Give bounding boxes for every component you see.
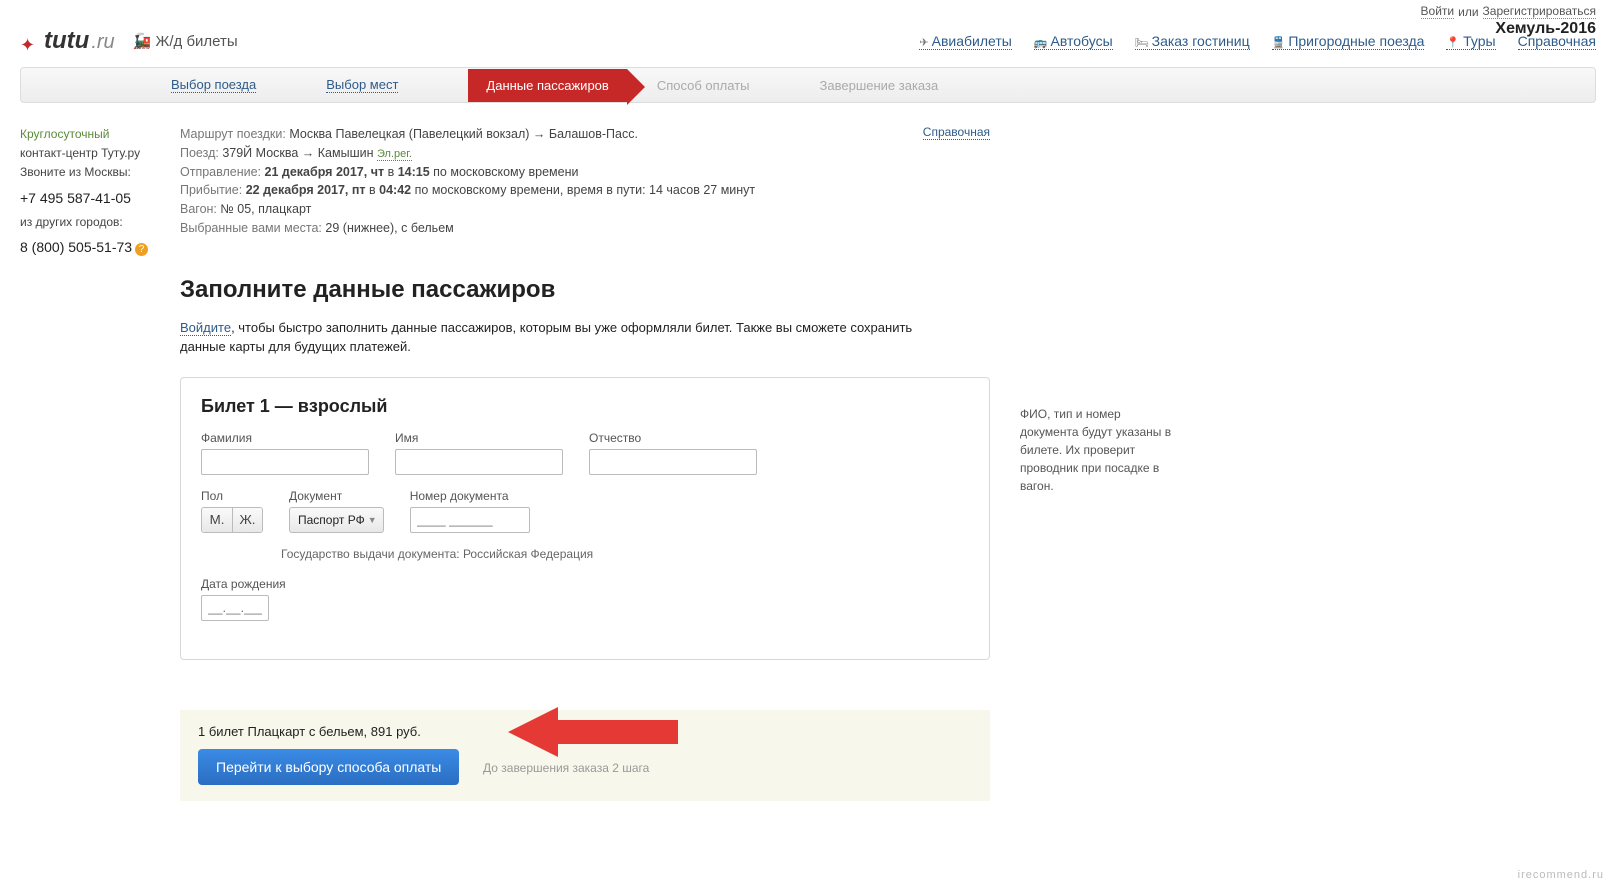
field-doc-number: Номер документа bbox=[410, 489, 530, 533]
step-payment: Способ оплаты bbox=[657, 78, 750, 93]
patronym-input[interactable] bbox=[589, 449, 757, 475]
firstname-label: Имя bbox=[395, 431, 563, 445]
gender-label: Пол bbox=[201, 489, 263, 503]
field-lastname: Фамилия bbox=[201, 431, 369, 475]
logo-icon: ✦ bbox=[20, 35, 42, 57]
arr-in: в bbox=[369, 183, 376, 197]
dep-date: 21 декабря 2017, чт bbox=[265, 165, 385, 179]
nav-suburban-label: Пригородные поезда bbox=[1288, 33, 1424, 49]
help-icon[interactable]: ? bbox=[135, 243, 148, 256]
gender-f-button[interactable]: Ж. bbox=[232, 508, 262, 532]
red-arrow-annotation bbox=[508, 702, 688, 765]
field-gender: Пол М. Ж. bbox=[201, 489, 263, 533]
document-label: Документ bbox=[289, 489, 384, 503]
step-passengers: Данные пассажиров bbox=[468, 69, 626, 102]
register-link[interactable]: Зарегистрироваться bbox=[1483, 4, 1596, 19]
ticket-form: Билет 1 — взрослый Фамилия Имя Отчество … bbox=[180, 377, 990, 660]
section-title-text: Ж/д билеты bbox=[156, 33, 238, 50]
doc-number-label: Номер документа bbox=[410, 489, 530, 503]
lastname-label: Фамилия bbox=[201, 431, 369, 445]
sidebar-center: контакт-центр Туту.ру bbox=[20, 144, 150, 163]
pin-icon: 📍 bbox=[1446, 37, 1460, 49]
login-hint: Войдите, чтобы быстро заполнить данные п… bbox=[180, 318, 940, 357]
phone-other: 8 (800) 505-51-73? bbox=[20, 236, 150, 258]
patronym-label: Отчество bbox=[589, 431, 757, 445]
step-seats[interactable]: Выбор мест bbox=[326, 77, 398, 93]
bed-icon: 🛏 bbox=[1135, 37, 1149, 49]
nav-bus[interactable]: 🚌Автобусы bbox=[1034, 33, 1113, 50]
section-title: 🚂 Ж/д билеты bbox=[133, 32, 238, 50]
arr-time: 04:42 bbox=[379, 183, 411, 197]
checkout-bar: 1 билет Плацкарт с бельем, 891 руб. Пере… bbox=[180, 710, 990, 801]
help-link[interactable]: Справочная bbox=[923, 125, 990, 140]
dob-input[interactable] bbox=[201, 595, 269, 621]
nav-avia[interactable]: ✈ Авиабилеты bbox=[919, 33, 1011, 50]
phone-other-text: 8 (800) 505-51-73 bbox=[20, 239, 132, 255]
field-document: Документ Паспорт РФ bbox=[289, 489, 384, 533]
train-icon: 🚂 bbox=[133, 33, 152, 50]
login-hint-text: , чтобы быстро заполнить данные пассажир… bbox=[180, 320, 912, 355]
field-dob: Дата рождения bbox=[201, 577, 286, 621]
dep-in: в bbox=[388, 165, 395, 179]
arr-date: 22 декабря 2017, пт bbox=[246, 183, 366, 197]
step-train[interactable]: Выбор поезда bbox=[171, 77, 256, 93]
arr-label: Прибытие: bbox=[180, 183, 242, 197]
field-firstname: Имя bbox=[395, 431, 563, 475]
nav-hotel-label: Заказ гостиниц bbox=[1152, 33, 1250, 49]
dob-label: Дата рождения bbox=[201, 577, 286, 591]
top-bar: Войти или Зарегистрироваться bbox=[0, 0, 1616, 21]
doc-number-input[interactable] bbox=[410, 507, 530, 533]
wagon-label: Вагон: bbox=[180, 202, 217, 216]
nav-tours-label: Туры bbox=[1463, 33, 1495, 49]
wagon-value: № 05, плацкарт bbox=[220, 202, 311, 216]
arr-tail: по московскому времени, время в пути: 14… bbox=[415, 183, 756, 197]
sidebar-from-moscow: Звоните из Москвы: bbox=[20, 163, 150, 182]
nav-suburban[interactable]: 🚆Пригородные поезда bbox=[1272, 33, 1425, 50]
page-title: Заполните данные пассажиров bbox=[180, 276, 990, 304]
route-label: Маршрут поездки: bbox=[180, 127, 286, 141]
ticket-title: Билет 1 — взрослый bbox=[201, 396, 969, 417]
document-select[interactable]: Паспорт РФ bbox=[289, 507, 384, 533]
proceed-button[interactable]: Перейти к выбору способа оплаты bbox=[198, 749, 459, 785]
nav-hotel[interactable]: 🛏Заказ гостиниц bbox=[1135, 33, 1250, 50]
gender-m-button[interactable]: М. bbox=[202, 508, 232, 532]
logo[interactable]: ✦ tutu.ru bbox=[20, 27, 115, 55]
plane-icon: ✈ bbox=[919, 37, 928, 49]
nav-avia-label: Авиабилеты bbox=[932, 33, 1012, 49]
lastname-input[interactable] bbox=[201, 449, 369, 475]
contact-sidebar: Круглосуточный контакт-центр Туту.ру Зво… bbox=[20, 125, 150, 801]
train-value: 379Й Москва → Камышин bbox=[222, 146, 373, 160]
doc-issuer: Государство выдачи документа: Российская… bbox=[281, 547, 969, 561]
dep-tail: по московскому времени bbox=[433, 165, 578, 179]
dep-label: Отправление: bbox=[180, 165, 261, 179]
sidebar-green: Круглосуточный bbox=[20, 125, 150, 144]
trip-summary: Маршрут поездки: Москва Павелецкая (Паве… bbox=[180, 125, 990, 238]
bus-icon: 🚌 bbox=[1034, 37, 1048, 49]
main-content: Справочная Маршрут поездки: Москва Павел… bbox=[180, 125, 990, 801]
train-icon: 🚆 bbox=[1272, 37, 1286, 49]
progress-steps: Выбор поезда Выбор мест Данные пассажиро… bbox=[20, 67, 1596, 103]
overlay-annotation: Хемуль-2016 bbox=[1495, 20, 1596, 38]
header: ✦ tutu.ru 🚂 Ж/д билеты ✈ Авиабилеты 🚌Авто… bbox=[0, 21, 1616, 61]
sidebar-other: из других городов: bbox=[20, 213, 150, 232]
login-link[interactable]: Войти bbox=[1421, 4, 1455, 19]
nav-tours[interactable]: 📍Туры bbox=[1446, 33, 1495, 50]
aside-tip: ФИО, тип и номер документа будут указаны… bbox=[1020, 125, 1180, 801]
train-label: Поезд: bbox=[180, 146, 219, 160]
watermark: irecommend.ru bbox=[1518, 869, 1604, 881]
logo-text-tutu: tutu bbox=[44, 27, 89, 55]
field-patronym: Отчество bbox=[589, 431, 757, 475]
seats-value: 29 (нижнее), с бельем bbox=[325, 221, 453, 235]
logo-text-ru: .ru bbox=[91, 31, 114, 54]
seats-label: Выбранные вами места: bbox=[180, 221, 322, 235]
top-or: или bbox=[1458, 5, 1478, 19]
nav-bus-label: Автобусы bbox=[1051, 33, 1113, 49]
dep-time: 14:15 bbox=[398, 165, 430, 179]
ereg-link[interactable]: Эл.рег. bbox=[377, 148, 412, 161]
login-inline-link[interactable]: Войдите bbox=[180, 320, 231, 336]
phone-moscow: +7 495 587-41-05 bbox=[20, 187, 150, 209]
route-value: Москва Павелецкая (Павелецкий вокзал) → … bbox=[289, 127, 638, 141]
firstname-input[interactable] bbox=[395, 449, 563, 475]
step-finish: Завершение заказа bbox=[820, 78, 939, 93]
